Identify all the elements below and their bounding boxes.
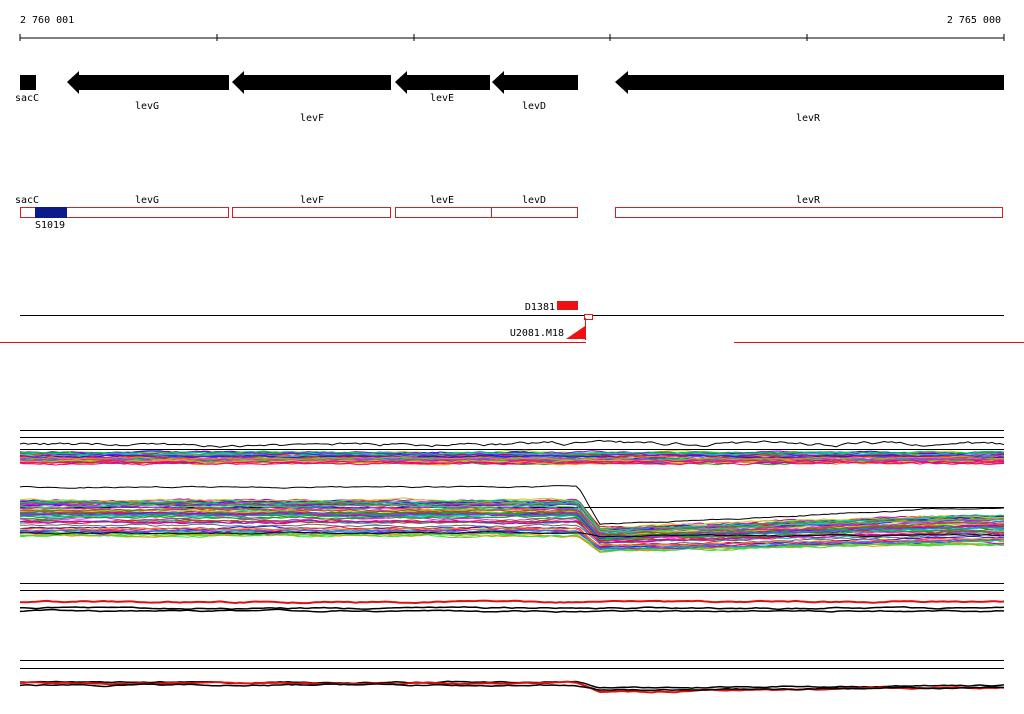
gene-label-levE: levE bbox=[430, 93, 454, 104]
gene-arrow-levG[interactable] bbox=[67, 71, 229, 94]
expression-panel-4 bbox=[19, 680, 1005, 694]
feature-label-sacC: sacC bbox=[15, 195, 39, 206]
ruler-start-label: 2 760 001 bbox=[20, 15, 74, 26]
feature-box-levD[interactable] bbox=[491, 207, 578, 218]
probe-track: D1381 U2081.M18 bbox=[0, 301, 1024, 343]
feature-box-levR[interactable] bbox=[615, 207, 1003, 218]
feature-track: sacC levG levF levE levD levR S1019 bbox=[15, 195, 1003, 231]
coordinate-ruler: 2 760 001 2 765 000 bbox=[19, 15, 1005, 41]
ruler-end-label: 2 765 000 bbox=[947, 15, 1001, 26]
feature-label-levG: levG bbox=[135, 195, 159, 206]
expression-trace bbox=[20, 599, 1005, 605]
feature-label-levE: levE bbox=[430, 195, 454, 206]
panel-frames bbox=[20, 430, 1004, 669]
gene-arrow-levF[interactable] bbox=[232, 71, 391, 94]
probe-D1381[interactable] bbox=[557, 301, 578, 310]
gene-label-levF: levF bbox=[300, 113, 324, 124]
s-feature-label: S1019 bbox=[35, 220, 65, 231]
expression-trace bbox=[19, 439, 1005, 448]
feature-label-levF: levF bbox=[300, 195, 324, 206]
gene-arrow-levR[interactable] bbox=[615, 71, 1004, 94]
s-feature-block[interactable] bbox=[35, 207, 67, 218]
genome-browser-view: 2 760 001 2 765 000 sacC levG levF levE … bbox=[0, 15, 1024, 694]
gene-arrow-levE[interactable] bbox=[395, 71, 490, 94]
expression-trace bbox=[19, 606, 1005, 611]
expression-trace bbox=[19, 608, 1004, 613]
expression-panel-3 bbox=[19, 599, 1005, 613]
expression-panel-1 bbox=[19, 439, 1005, 466]
feature-label-levD: levD bbox=[522, 195, 546, 206]
probe-label-U2081-M18: U2081.M18 bbox=[510, 328, 564, 339]
gene-label-levR: levR bbox=[796, 113, 821, 124]
feature-box-levE[interactable] bbox=[395, 207, 492, 218]
gene-label-sacC: sacC bbox=[15, 93, 39, 104]
probe-U2081-M18[interactable] bbox=[566, 326, 585, 339]
gene-arrow-levD[interactable] bbox=[492, 71, 578, 94]
gene-label-levG: levG bbox=[135, 101, 159, 112]
feature-box-levF[interactable] bbox=[232, 207, 391, 218]
gene-track: sacC levG levF levE levD levR bbox=[15, 71, 1004, 124]
probe-label-D1381: D1381 bbox=[525, 302, 555, 313]
gene-label-levD: levD bbox=[522, 101, 546, 112]
feature-label-levR: levR bbox=[796, 195, 821, 206]
expression-panel-2 bbox=[19, 485, 1005, 554]
gene-arrow-sacC[interactable] bbox=[20, 75, 36, 90]
